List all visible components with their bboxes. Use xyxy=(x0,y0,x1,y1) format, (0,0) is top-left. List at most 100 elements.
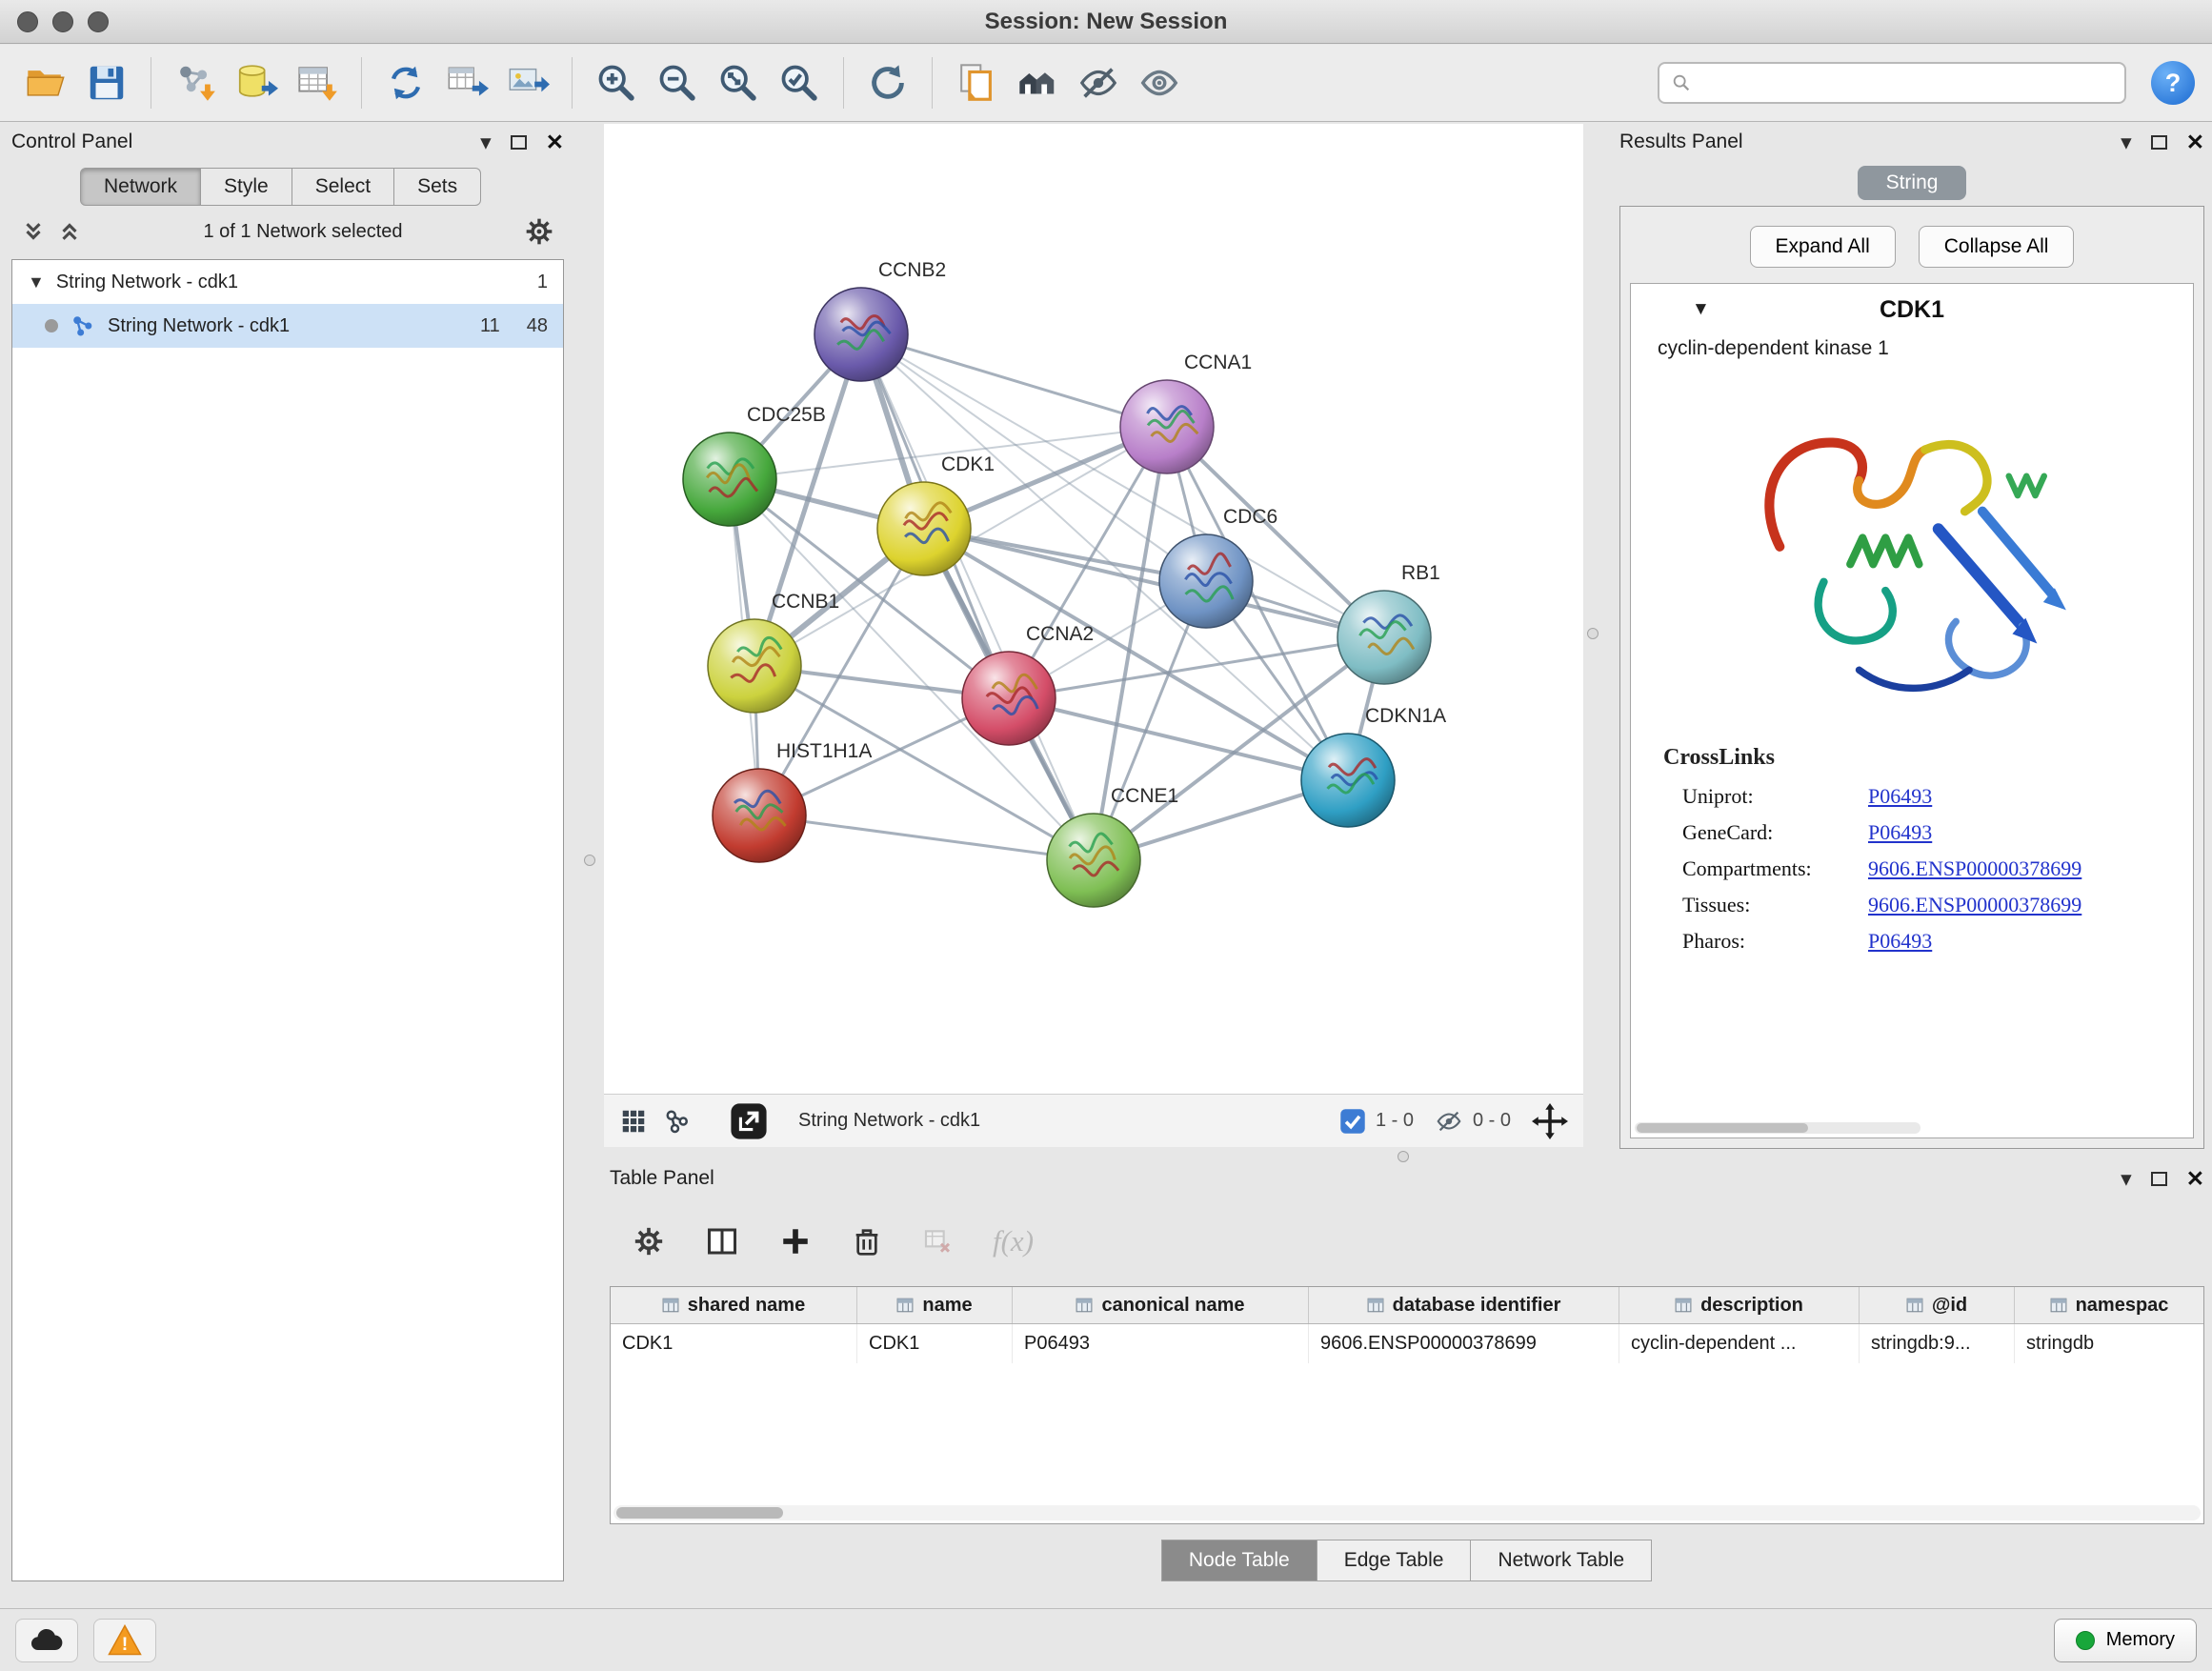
tab-sets[interactable]: Sets xyxy=(393,168,481,206)
zoom-window-button[interactable] xyxy=(88,11,109,32)
zoom-in-icon xyxy=(594,61,638,105)
panel-close-icon[interactable]: ✕ xyxy=(2186,1168,2204,1190)
delete-table-button-disabled xyxy=(922,1226,953,1257)
network-node-CCNB1[interactable]: CCNB1 xyxy=(708,591,839,713)
tab-node-table[interactable]: Node Table xyxy=(1161,1540,1317,1581)
zoom-in-button[interactable] xyxy=(588,54,645,111)
table-settings-button[interactable] xyxy=(633,1225,665,1258)
tab-edge-table[interactable]: Edge Table xyxy=(1317,1540,1472,1581)
cloud-status-button[interactable] xyxy=(15,1619,78,1662)
section-collapse-icon[interactable]: ▼ xyxy=(1692,299,1710,320)
network-canvas[interactable]: CCNB2CCNA1CDC25BCDK1CDC6RB1CCNB1CCNA2CDK… xyxy=(604,124,1583,1094)
network-collection-row[interactable]: ▼ String Network - cdk1 1 xyxy=(12,260,563,304)
genecard-link[interactable]: P06493 xyxy=(1868,820,1932,845)
tab-string[interactable]: String xyxy=(1858,166,1967,200)
network-node-CDKN1A[interactable]: CDKN1A xyxy=(1301,705,1446,827)
column-header[interactable]: @id xyxy=(1860,1287,2015,1323)
hide-selected-button[interactable] xyxy=(1070,54,1127,111)
network-tools-button[interactable] xyxy=(377,54,434,111)
add-column-button[interactable] xyxy=(779,1225,812,1258)
eye-slash-icon xyxy=(1076,61,1120,105)
memory-button[interactable]: Memory xyxy=(2054,1619,2197,1662)
gear-icon[interactable] xyxy=(524,216,554,247)
expand-all-button[interactable]: Expand All xyxy=(1750,226,1896,268)
network-node-CCNA1[interactable]: CCNA1 xyxy=(1120,352,1252,473)
column-header[interactable]: description xyxy=(1619,1287,1860,1323)
search-input[interactable] xyxy=(1699,72,2113,94)
column-header[interactable]: canonical name xyxy=(1013,1287,1309,1323)
network-view: CCNB2CCNA1CDC25BCDK1CDC6RB1CCNB1CCNA2CDK… xyxy=(604,124,1583,1147)
import-network-file-button[interactable] xyxy=(167,54,224,111)
tissues-link[interactable]: 9606.ENSP00000378699 xyxy=(1868,893,2081,917)
column-header[interactable]: namespac xyxy=(2015,1287,2203,1323)
scrollbar-thumb[interactable] xyxy=(1637,1123,1808,1133)
show-all-button[interactable] xyxy=(1131,54,1188,111)
minimize-window-button[interactable] xyxy=(52,11,73,32)
tab-network-table[interactable]: Network Table xyxy=(1470,1540,1652,1581)
export-image-button[interactable] xyxy=(499,54,556,111)
panel-menu-icon[interactable]: ▾ xyxy=(480,131,492,153)
clone-network-button[interactable] xyxy=(948,54,1005,111)
panel-float-icon[interactable] xyxy=(511,135,527,150)
pharos-link[interactable]: P06493 xyxy=(1868,929,1932,954)
close-window-button[interactable] xyxy=(17,11,38,32)
import-table-file-button[interactable] xyxy=(289,54,346,111)
compartments-link[interactable]: 9606.ENSP00000378699 xyxy=(1868,856,2081,881)
expand-all-icon[interactable] xyxy=(57,219,82,244)
open-session-button[interactable] xyxy=(17,54,74,111)
show-columns-button[interactable] xyxy=(705,1224,739,1258)
tree-expand-icon[interactable]: ▼ xyxy=(28,272,45,292)
zoom-out-button[interactable] xyxy=(649,54,706,111)
checkbox-icon[interactable] xyxy=(1339,1108,1366,1135)
zoom-selected-button[interactable] xyxy=(771,54,828,111)
column-header[interactable]: shared name xyxy=(611,1287,857,1323)
scrollbar-thumb[interactable] xyxy=(616,1507,783,1519)
save-session-button[interactable] xyxy=(78,54,135,111)
delete-column-button[interactable] xyxy=(852,1226,882,1257)
question-mark-icon: ? xyxy=(2165,69,2182,98)
protein-section-header[interactable]: ▼ CDK1 xyxy=(1631,284,2193,335)
network-node-RB1[interactable]: RB1 xyxy=(1337,562,1440,684)
panel-float-icon[interactable] xyxy=(2151,1172,2167,1186)
grid-view-icon[interactable] xyxy=(619,1107,648,1136)
panel-menu-icon[interactable]: ▾ xyxy=(2121,1168,2132,1190)
warnings-button[interactable]: ! xyxy=(93,1619,156,1662)
new-network-from-selection-button[interactable] xyxy=(438,54,495,111)
column-type-icon xyxy=(896,1297,914,1314)
node-label: CDC25B xyxy=(747,404,826,426)
uniprot-link[interactable]: P06493 xyxy=(1868,784,1932,809)
network-node-CCNB2[interactable]: CCNB2 xyxy=(814,259,946,381)
panel-float-icon[interactable] xyxy=(2151,135,2167,150)
import-network-database-button[interactable] xyxy=(228,54,285,111)
collapse-all-icon[interactable] xyxy=(21,219,46,244)
panel-close-icon[interactable]: ✕ xyxy=(546,131,564,153)
node-label: CCNA2 xyxy=(1026,623,1094,645)
splitter-grip[interactable] xyxy=(584,855,595,866)
column-header[interactable]: name xyxy=(857,1287,1013,1323)
network-node-HIST1H1A[interactable]: HIST1H1A xyxy=(713,740,872,862)
table-row[interactable]: CDK1 CDK1 P06493 9606.ENSP00000378699 cy… xyxy=(611,1324,2203,1363)
zoom-fit-button[interactable] xyxy=(710,54,767,111)
collapse-all-button[interactable]: Collapse All xyxy=(1919,226,2075,268)
cell-namespace: stringdb xyxy=(2015,1324,2203,1363)
tab-style[interactable]: Style xyxy=(200,168,292,206)
refresh-button[interactable] xyxy=(859,54,916,111)
hidden-eye-icon[interactable] xyxy=(1435,1107,1463,1136)
network-row[interactable]: String Network - cdk1 11 48 xyxy=(12,304,563,348)
network-node-CDK1[interactable]: CDK1 xyxy=(877,453,995,575)
tab-select[interactable]: Select xyxy=(292,168,394,206)
table-panel-header: Table Panel ▾ ✕ xyxy=(610,1160,2204,1197)
splitter-grip[interactable] xyxy=(1587,628,1599,639)
panel-close-icon[interactable]: ✕ xyxy=(2186,131,2204,153)
current-network-name: String Network - cdk1 xyxy=(798,1110,980,1132)
tab-network[interactable]: Network xyxy=(80,168,201,206)
network-glyph-icon[interactable] xyxy=(663,1107,692,1136)
open-external-icon[interactable] xyxy=(730,1102,768,1140)
panel-menu-icon[interactable]: ▾ xyxy=(2121,131,2132,153)
node-label: CDKN1A xyxy=(1365,705,1446,727)
first-neighbors-button[interactable] xyxy=(1009,54,1066,111)
node-label: CDK1 xyxy=(941,453,995,475)
pan-move-icon[interactable] xyxy=(1532,1103,1568,1139)
column-header[interactable]: database identifier xyxy=(1309,1287,1619,1323)
help-button[interactable]: ? xyxy=(2151,61,2195,105)
